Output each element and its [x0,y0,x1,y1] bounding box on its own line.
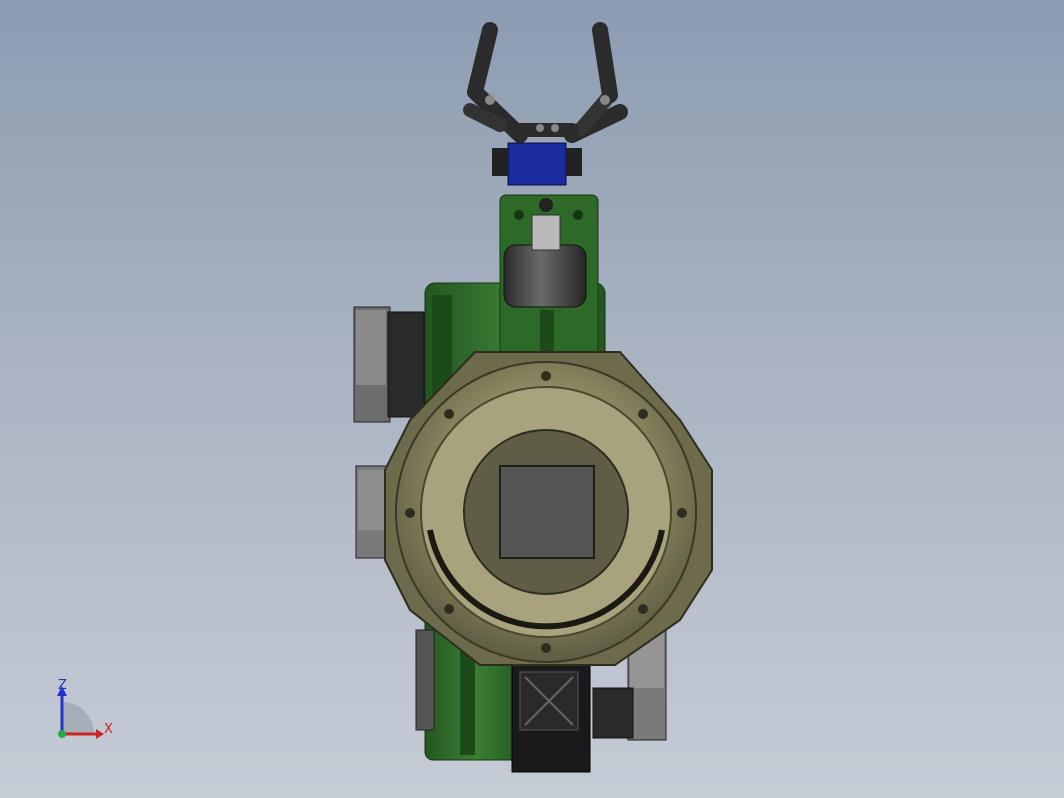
cad-viewport[interactable]: Z X [0,0,1064,798]
z-axis-label: Z [58,678,67,693]
wrist-column [499,194,599,356]
robot-arm-model[interactable] [0,0,1064,798]
left-stepper-motor-upper [353,306,425,423]
y-axis-dot [58,730,66,738]
gripper-jaws [463,22,628,143]
x-axis-label: X [104,722,113,737]
bottom-gearbox [511,659,591,773]
large-bearing-ring [384,351,713,666]
